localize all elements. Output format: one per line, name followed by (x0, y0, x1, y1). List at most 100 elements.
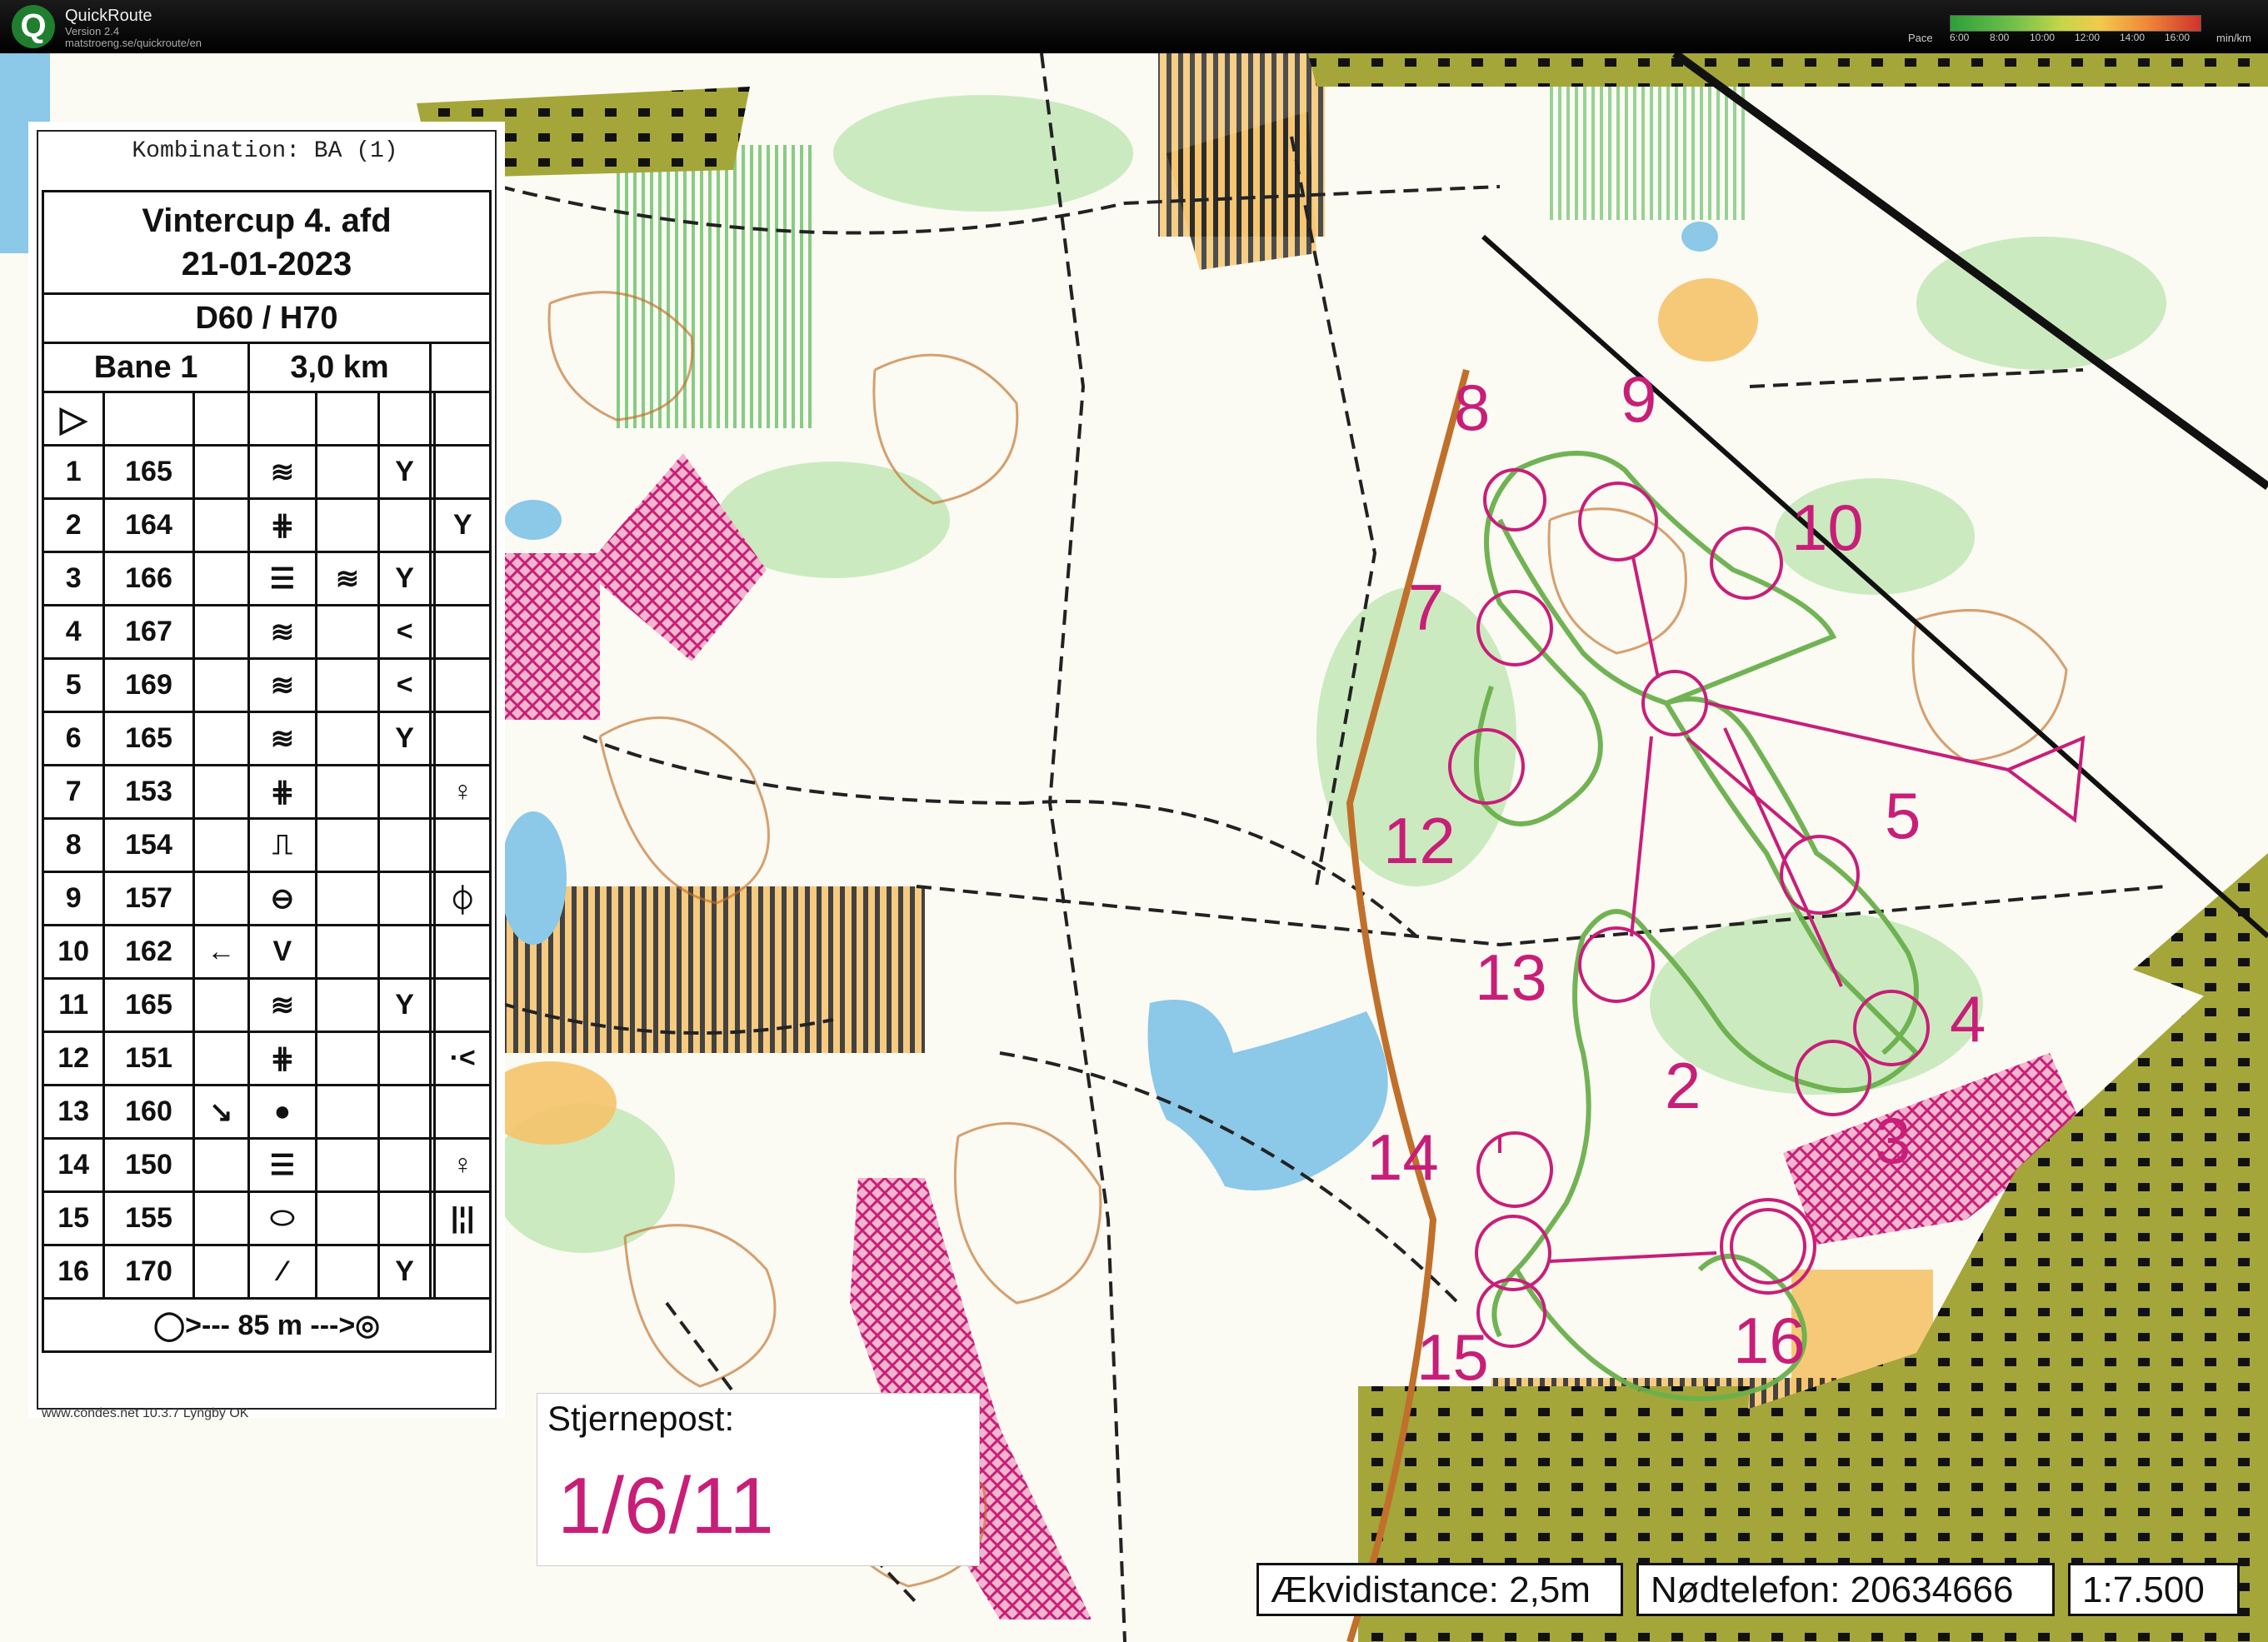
control-symbol (314, 711, 381, 766)
control-code: 154 (102, 817, 195, 873)
control-number: 15 (41, 1190, 106, 1246)
control-symbol: ⏀ (433, 871, 492, 926)
control-symbol (377, 1190, 432, 1246)
control-symbol: ♀ (433, 764, 492, 820)
control-row: 7 153 ⋕ ♀ (41, 764, 492, 820)
control-row: 14 150 ☰ ♀ (41, 1137, 492, 1193)
control-symbol (192, 657, 251, 713)
control-symbol (433, 604, 492, 660)
control-row: 16 170 ⁄ Y (41, 1244, 492, 1300)
control-symbol: ⊖ (247, 871, 317, 926)
control-code: 153 (102, 764, 195, 820)
course-length: 3,0 km (247, 342, 432, 393)
control-symbol: ● (247, 1084, 317, 1140)
control-symbol (192, 764, 251, 820)
control-symbol (377, 1137, 432, 1193)
control-number: 3 (41, 551, 106, 606)
pace-tick: 12:00 (2075, 32, 2101, 43)
control-code: 167 (102, 604, 195, 660)
pace-unit: min/km (2216, 32, 2251, 44)
control-symbol (314, 924, 381, 980)
finish-distance: 85 m (237, 1309, 302, 1341)
emergency-phone: Nødtelefon: 20634666 (1636, 1563, 2055, 1616)
control-number: 6 (41, 711, 106, 766)
control-symbol (192, 1244, 251, 1300)
control-symbol (433, 657, 492, 713)
finish-row: ◯>--- 85 m --->◎ (42, 1297, 492, 1353)
control-symbol (314, 1084, 381, 1140)
app-url[interactable]: matstroeng.se/quickroute/en (65, 37, 202, 49)
control-symbol (314, 1137, 381, 1193)
control-row: 10 162 ← V (41, 924, 492, 980)
control-code: 165 (102, 444, 195, 500)
event-date: 21-01-2023 (181, 246, 352, 282)
control-number: 14 (41, 1137, 106, 1193)
start-triangle-icon: ▷ (41, 391, 106, 447)
course-name: Bane 1 (41, 342, 251, 393)
pace-tick: 16:00 (2165, 32, 2191, 43)
control-number: 2 (41, 497, 106, 553)
control-symbol (192, 817, 251, 873)
control-label: 16 (1733, 1304, 1806, 1377)
control-number: 9 (41, 871, 106, 926)
control-symbol: ≋ (247, 444, 317, 500)
control-symbol (377, 817, 432, 873)
pace-ticks: 6:00 8:00 10:00 12:00 14:00 16:00 (1950, 32, 2216, 45)
control-label: 15 (1416, 1320, 1489, 1394)
pace-tick: 14:00 (2120, 32, 2146, 43)
control-label: 4 (1950, 982, 1986, 1056)
control-label: 8 (1454, 371, 1491, 444)
control-number: 5 (41, 657, 106, 713)
control-symbol: ⬭ (247, 1190, 317, 1246)
control-row: 8 154 ⎍ (41, 817, 492, 873)
control-label: 14 (1366, 1120, 1439, 1194)
control-number: 11 (41, 977, 106, 1033)
control-symbol: < (377, 604, 432, 660)
control-row: 15 155 ⬭ |¦| (41, 1190, 492, 1246)
control-symbol (314, 1031, 381, 1086)
open-land (483, 278, 1933, 1420)
control-label: 12 (1383, 804, 1456, 877)
control-code: 151 (102, 1031, 195, 1086)
control-symbol (377, 497, 432, 553)
control-symbol (433, 711, 492, 766)
control-symbol (377, 764, 432, 820)
control-symbol (433, 924, 492, 980)
control-symbol (377, 1084, 432, 1140)
map-scale: 1:7.500 (2068, 1563, 2240, 1616)
control-symbol (433, 444, 492, 500)
control-number: 1 (41, 444, 106, 500)
control-row: 5 169 ≋ < (41, 657, 492, 713)
control-code: 164 (102, 497, 195, 553)
control-description-table: Vintercup 4. afd 21-01-2023 D60 / H70 Ba… (41, 190, 492, 1353)
control-symbol (192, 1031, 251, 1086)
control-label: 5 (1885, 779, 1921, 852)
control-symbol (377, 871, 432, 926)
control-label: 13 (1475, 941, 1547, 1014)
control-symbol (192, 551, 251, 606)
control-symbol: Y (377, 444, 432, 500)
control-code: 170 (102, 1244, 195, 1300)
control-symbol (192, 497, 251, 553)
map-credit: www.condes.net 10.3.7 Lyngby OK (42, 1406, 249, 1420)
star-label: Stjernepost: (547, 1399, 735, 1438)
control-row: 4 167 ≋ < (41, 604, 492, 660)
control-code: 165 (102, 711, 195, 766)
control-symbol: ≋ (247, 604, 317, 660)
control-label: 2 (1665, 1049, 1701, 1122)
control-number: 7 (41, 764, 106, 820)
control-symbol (192, 871, 251, 926)
control-symbol: Y (377, 1244, 432, 1300)
control-symbol: ≋ (314, 551, 381, 606)
control-code: 166 (102, 551, 195, 606)
control-symbol: ← (192, 924, 251, 980)
control-symbol: ♀ (433, 1137, 492, 1193)
control-number: 16 (41, 1244, 106, 1300)
control-symbol (314, 871, 381, 926)
control-label: 7 (1408, 571, 1445, 644)
app-titlebar: Q QuickRoute Version 2.4 matstroeng.se/q… (0, 0, 2268, 53)
control-symbol (192, 977, 251, 1033)
contour-interval: Ækvidistance: 2,5m (1256, 1563, 1623, 1616)
finish-end-icon: --->◎ (310, 1309, 380, 1341)
control-symbol: ⎍ (247, 817, 317, 873)
